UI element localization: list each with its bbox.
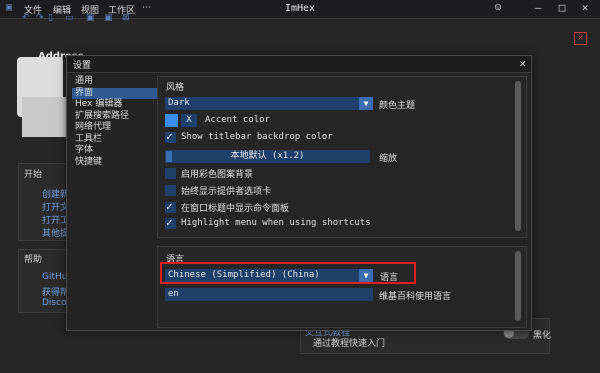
accent-reset-button[interactable]: X [181, 114, 197, 127]
help-header: 帮助 [24, 255, 43, 265]
new-file-icon[interactable]: ▯ [48, 13, 53, 23]
always-tabs-checkbox[interactable] [165, 185, 176, 196]
cmd-palette-label: 在窗口标题中显示命令面板 [181, 204, 290, 214]
settings-nav: 通用 界面 Hex 编辑器 扩展搜索路径 网络代理 工具栏 字体 快捷键 [72, 76, 158, 168]
scale-value: 本地默认 (x1.2) [230, 151, 305, 161]
minimize-icon[interactable]: – [531, 1, 545, 15]
wiki-language-input[interactable]: en [165, 288, 373, 301]
bg-close-icon[interactable]: ✕ [574, 32, 587, 45]
nav-shortcuts[interactable]: 快捷键 [72, 157, 158, 169]
save-as-icon[interactable]: ▣ [104, 13, 113, 23]
bookmark-icon[interactable]: ⊠ [122, 13, 130, 23]
style-header: 风格 [166, 83, 185, 93]
start-header: 开始 [24, 170, 43, 180]
style-scrollbar[interactable] [515, 81, 521, 231]
logo-hex-block [22, 97, 66, 137]
accent-label: Accent color [205, 115, 271, 125]
titlebar-backdrop-checkbox[interactable] [165, 130, 176, 143]
always-tabs-label: 始终显示提供者选项卡 [181, 187, 272, 197]
style-scroll-thumb[interactable] [515, 81, 521, 231]
language-section: 语言 Chinese (Simplified) (China) ▼ 语言 en … [157, 246, 527, 328]
highlight-box [160, 262, 416, 284]
undo-icon[interactable]: ↶ [22, 13, 30, 23]
accent-color-swatch[interactable] [165, 114, 178, 127]
save-icon[interactable]: ▣ [86, 13, 95, 23]
help-item-get-help[interactable]: 获得帮 [42, 285, 69, 298]
titlebar-backdrop-label: Show titlebar backdrop color [181, 132, 333, 142]
nav-general[interactable]: 通用 [72, 76, 158, 88]
nav-fonts[interactable]: 字体 [72, 145, 158, 157]
nav-interface[interactable]: 界面 [72, 87, 158, 99]
nav-search-paths[interactable]: 扩展搜索路径 [72, 111, 158, 123]
cmd-palette-checkbox[interactable] [165, 200, 176, 213]
start-item-other[interactable]: 其他提 [42, 226, 69, 239]
scale-label: 缩放 [379, 154, 398, 164]
open-folder-icon[interactable]: ▭ [65, 13, 74, 23]
scale-slider[interactable]: 本地默认 (x1.2) [165, 150, 370, 163]
toggle-label: 黑化 [533, 331, 552, 341]
maximize-icon[interactable]: □ [555, 1, 569, 15]
nav-proxy[interactable]: 网络代理 [72, 122, 158, 134]
dialog-titlebar: 设置 ✕ [67, 56, 531, 73]
redo-icon[interactable]: ↷ [36, 13, 44, 23]
colorful-bg-label: 启用彩色图案背景 [181, 170, 254, 180]
theme-label: 颜色主题 [379, 101, 416, 111]
colorful-bg-checkbox[interactable] [165, 168, 176, 179]
smiley-icon[interactable]: ☺ [491, 1, 505, 15]
language-scrollbar[interactable] [515, 251, 521, 321]
start-item-new[interactable]: 创建新 [42, 187, 69, 200]
theme-select[interactable]: Dark ▼ [165, 97, 373, 110]
theme-value: Dark [168, 98, 190, 108]
start-item-open-project[interactable]: 打开工 [42, 213, 69, 226]
language-scroll-thumb[interactable] [515, 251, 521, 321]
dialog-close-icon[interactable]: ✕ [519, 57, 526, 71]
highlight-menu-label: Highlight menu when using shortcuts [181, 218, 371, 228]
wiki-language-value: en [168, 289, 179, 299]
dialog-title: 设置 [73, 61, 92, 71]
tutorial-desc: 通过教程快速入门 [313, 339, 386, 349]
start-item-open-file[interactable]: 打开文 [42, 200, 69, 213]
wiki-language-label: 维基百科使用语言 [379, 292, 452, 302]
chevron-down-icon: ▼ [359, 97, 373, 110]
style-section: 风格 Dark ▼ 颜色主题 X Accent color Show title… [157, 76, 527, 238]
nav-toolbar[interactable]: 工具栏 [72, 134, 158, 146]
highlight-menu-checkbox[interactable] [165, 216, 176, 229]
close-icon[interactable]: ✕ [578, 1, 592, 15]
nav-hex-editor[interactable]: Hex 编辑器 [72, 99, 158, 111]
settings-dialog: 设置 ✕ 通用 界面 Hex 编辑器 扩展搜索路径 网络代理 工具栏 字体 快捷… [66, 55, 532, 331]
